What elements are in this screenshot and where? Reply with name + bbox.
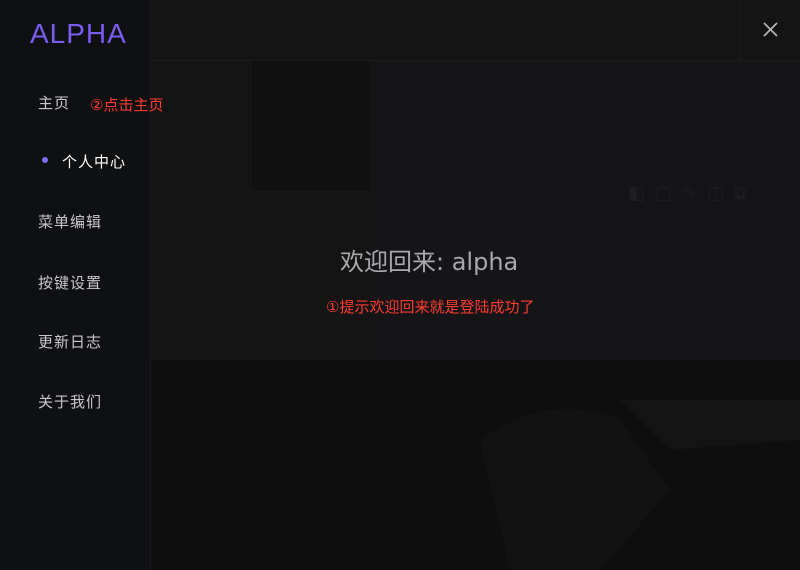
welcome-message: 欢迎回来: alpha (340, 248, 519, 276)
title-bar (150, 0, 800, 61)
sidebar-item-key-settings[interactable]: 按键设置 (38, 272, 102, 293)
sidebar-item-changelog[interactable]: 更新日志 (38, 331, 102, 352)
background-graphic (480, 400, 800, 570)
background-toolbar-icons: ◧▢✎◫⧉ (628, 183, 757, 204)
close-button[interactable] (739, 0, 800, 60)
app-logo: ALPHA (30, 18, 127, 49)
sidebar: ALPHA 主页 个人中心 菜单编辑 按键设置 更新日志 关于我们 (0, 0, 151, 570)
active-dot-icon (42, 157, 48, 163)
annotation-click-home: ②点击主页 (90, 96, 164, 114)
close-icon (763, 22, 778, 37)
annotation-login-success: ①提示欢迎回来就是登陆成功了 (326, 298, 535, 316)
sidebar-item-home[interactable]: 主页 (38, 92, 70, 113)
sidebar-item-profile[interactable]: 个人中心 (62, 151, 126, 172)
sidebar-item-menu-edit[interactable]: 菜单编辑 (38, 211, 102, 232)
background-panel (250, 60, 372, 192)
sidebar-item-about[interactable]: 关于我们 (38, 391, 102, 412)
